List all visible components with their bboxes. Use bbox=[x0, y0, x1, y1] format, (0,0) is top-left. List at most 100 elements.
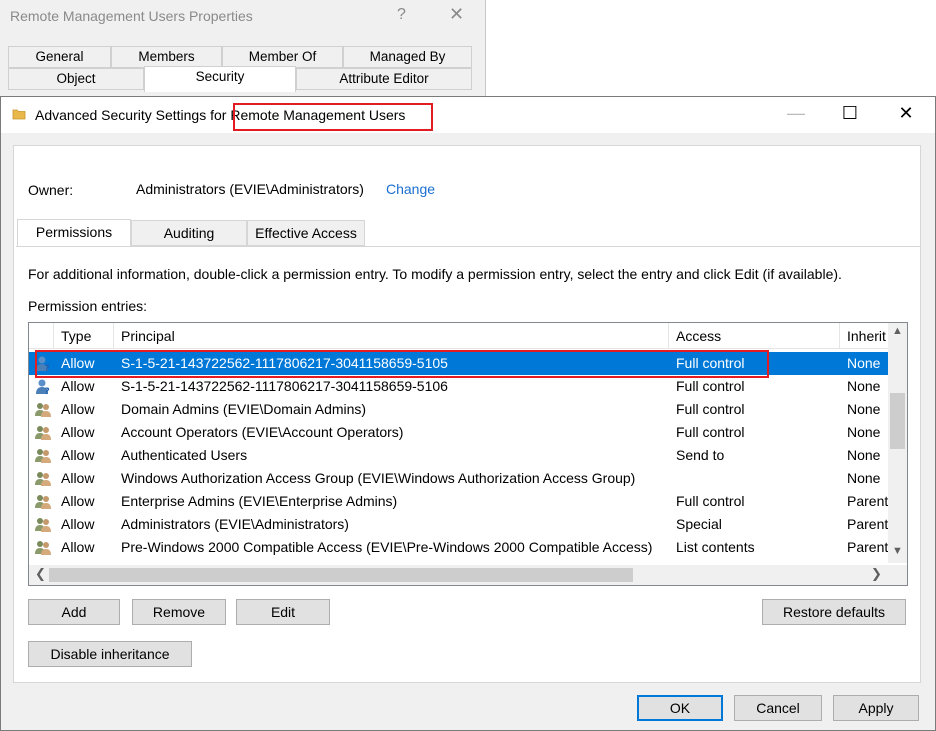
header-icon-column bbox=[29, 323, 54, 349]
edit-button[interactable]: Edit bbox=[236, 599, 330, 625]
owner-value: Administrators (EVIE\Administrators) bbox=[136, 181, 364, 197]
title-bar: Advanced Security Settings for Remote Ma… bbox=[1, 97, 935, 133]
svg-text:?: ? bbox=[45, 387, 50, 395]
unknown-user-icon: unknown-user-icon? bbox=[34, 355, 52, 374]
close-icon[interactable]: ✕ bbox=[449, 4, 464, 25]
row-inherited: None bbox=[847, 355, 881, 371]
horizontal-scroll-thumb[interactable] bbox=[49, 568, 633, 582]
table-row[interactable]: group-icon Allow Account Operators (EVIE\A… bbox=[29, 421, 889, 444]
cancel-button[interactable]: Cancel bbox=[734, 695, 822, 721]
tab-member-of[interactable]: Member Of bbox=[222, 46, 343, 68]
column-header-type[interactable]: Type bbox=[54, 323, 114, 349]
permission-entries-label: Permission entries: bbox=[28, 298, 148, 314]
row-principal: Domain Admins (EVIE\Domain Admins) bbox=[121, 401, 367, 417]
tab-divider bbox=[16, 246, 920, 247]
tab-attribute-editor[interactable]: Attribute Editor bbox=[296, 68, 472, 90]
row-access: Full control bbox=[676, 401, 745, 417]
row-inherited: None bbox=[847, 378, 881, 394]
group-icon: group-icon bbox=[34, 424, 52, 441]
group-icon: group-icon bbox=[34, 447, 52, 464]
permission-entries-list[interactable]: Type Principal Access Inherit unknown-us… bbox=[28, 322, 908, 586]
minimize-button[interactable]: — bbox=[781, 103, 811, 124]
column-header-access[interactable]: Access bbox=[669, 323, 840, 349]
content-panel: Owner: Administrators (EVIE\Administrato… bbox=[13, 145, 921, 683]
tab-security[interactable]: Security bbox=[144, 66, 296, 92]
row-type: Allow bbox=[61, 539, 95, 555]
group-icon: group-icon bbox=[34, 470, 52, 487]
info-text: For additional information, double-click… bbox=[28, 266, 842, 282]
tab-effective-access[interactable]: Effective Access bbox=[247, 220, 365, 246]
restore-defaults-button[interactable]: Restore defaults bbox=[762, 599, 906, 625]
row-type: Allow bbox=[61, 447, 95, 463]
scroll-down-icon[interactable]: ▼ bbox=[888, 545, 907, 557]
row-principal: Administrators (EVIE\Administrators) bbox=[121, 516, 349, 532]
maximize-button[interactable]: ☐ bbox=[835, 103, 865, 124]
scroll-up-icon[interactable]: ▲ bbox=[888, 325, 907, 337]
apply-button[interactable]: Apply bbox=[833, 695, 919, 721]
row-inherited: None bbox=[847, 401, 881, 417]
tab-auditing[interactable]: Auditing bbox=[131, 220, 247, 246]
scroll-right-icon[interactable]: ❯ bbox=[871, 566, 882, 582]
row-access: Full control bbox=[676, 355, 745, 371]
column-header-inherited[interactable]: Inherit bbox=[840, 323, 889, 349]
group-icon: group-icon bbox=[34, 401, 52, 418]
table-row[interactable]: unknown-user-icon? Allow S-1-5-21-14372256… bbox=[29, 375, 889, 398]
row-principal: Pre-Windows 2000 Compatible Access (EVIE… bbox=[121, 539, 653, 555]
group-icon: group-icon bbox=[34, 516, 52, 533]
table-row[interactable]: group-icon Allow Windows Authorization Acc… bbox=[29, 467, 889, 490]
scroll-left-icon[interactable]: ❮ bbox=[35, 566, 46, 582]
owner-label: Owner: bbox=[28, 182, 74, 198]
row-inherited: Parent bbox=[847, 493, 889, 509]
tab-object[interactable]: Object bbox=[8, 68, 144, 90]
row-principal: S-1-5-21-143722562-1117806217-3041158659… bbox=[121, 355, 448, 371]
row-access: Send to bbox=[676, 447, 725, 463]
row-inherited: None bbox=[847, 424, 881, 440]
row-inherited: None bbox=[847, 470, 881, 486]
table-row[interactable]: group-icon Allow Administrators (EVIE\Admi… bbox=[29, 513, 889, 536]
horizontal-scrollbar[interactable]: ❮ ❯ bbox=[29, 565, 907, 585]
row-principal: Enterprise Admins (EVIE\Enterprise Admin… bbox=[121, 493, 398, 509]
vertical-scroll-thumb[interactable] bbox=[890, 393, 905, 449]
remove-button[interactable]: Remove bbox=[132, 599, 226, 625]
help-icon[interactable]: ? bbox=[397, 6, 406, 24]
unknown-user-icon: unknown-user-icon? bbox=[34, 378, 52, 397]
disable-inheritance-button[interactable]: Disable inheritance bbox=[28, 641, 192, 667]
column-header-principal[interactable]: Principal bbox=[114, 323, 669, 349]
row-inherited: None bbox=[847, 447, 881, 463]
properties-dialog-background: Remote Management Users Properties ? ✕ G… bbox=[0, 0, 486, 100]
table-row[interactable]: group-icon Allow Pre-Windows 2000 Compatib… bbox=[29, 536, 889, 559]
row-principal: Authenticated Users bbox=[121, 447, 248, 463]
change-owner-link[interactable]: Change bbox=[386, 181, 435, 197]
table-row[interactable]: unknown-user-icon? Allow S-1-5-21-14372256… bbox=[29, 352, 889, 375]
row-type: Allow bbox=[61, 493, 95, 509]
row-type: Allow bbox=[61, 470, 95, 486]
row-access: Special bbox=[676, 516, 722, 532]
svg-text:?: ? bbox=[45, 364, 50, 372]
vertical-scrollbar[interactable]: ▲ ▼ bbox=[888, 323, 907, 563]
row-access: Full control bbox=[676, 378, 745, 394]
ok-button[interactable]: OK bbox=[637, 695, 723, 721]
tab-general[interactable]: General bbox=[8, 46, 111, 68]
tab-members[interactable]: Members bbox=[111, 46, 222, 68]
table-row[interactable]: group-icon Allow Authenticated Users Send t… bbox=[29, 444, 889, 467]
table-row[interactable]: group-icon Allow Domain Admins (EVIE\Domai… bbox=[29, 398, 889, 421]
row-access bbox=[676, 467, 840, 490]
tab-managed-by[interactable]: Managed By bbox=[343, 46, 472, 68]
row-principal: S-1-5-21-143722562-1117806217-3041158659… bbox=[121, 378, 448, 394]
row-type: Allow bbox=[61, 401, 95, 417]
table-row[interactable]: group-icon Allow Enterprise Admins (EVIE\E… bbox=[29, 490, 889, 513]
row-type: Allow bbox=[61, 355, 95, 371]
row-type: Allow bbox=[61, 516, 95, 532]
list-header: Type Principal Access Inherit bbox=[29, 323, 889, 349]
row-access: List contents bbox=[676, 539, 755, 555]
title-highlight-box bbox=[233, 103, 433, 131]
row-type: Allow bbox=[61, 424, 95, 440]
advanced-security-dialog: Advanced Security Settings for Remote Ma… bbox=[0, 96, 936, 731]
row-inherited: Parent bbox=[847, 539, 889, 555]
row-type: Allow bbox=[61, 378, 95, 394]
row-access: Full control bbox=[676, 424, 745, 440]
row-principal: Windows Authorization Access Group (EVIE… bbox=[121, 470, 636, 486]
add-button[interactable]: Add bbox=[28, 599, 120, 625]
close-button[interactable]: ✕ bbox=[891, 103, 921, 124]
tab-permissions[interactable]: Permissions bbox=[17, 219, 131, 247]
